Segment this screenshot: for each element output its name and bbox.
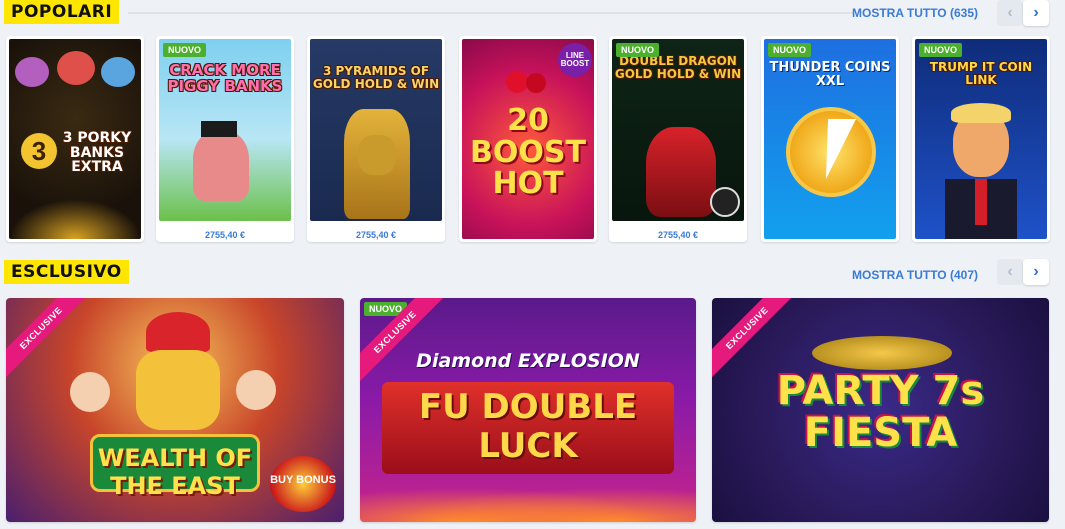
game-title: THUNDER COINS XXL bbox=[769, 60, 891, 89]
game-card[interactable]: NUOVO THUNDER COINS XXL bbox=[761, 36, 899, 242]
game-title: TRUMP IT COIN LINK bbox=[929, 60, 1033, 87]
exclusive-section-header: ESCLUSIVO MOSTRA TUTTO (407) ‹ › bbox=[0, 258, 1065, 286]
chevron-right-icon: › bbox=[1033, 4, 1039, 21]
game-title: DOUBLE DRAGON GOLD HOLD & WIN bbox=[614, 54, 742, 81]
section-title-popular: POPOLARI bbox=[4, 0, 120, 24]
chevron-left-icon: ‹ bbox=[1007, 263, 1013, 280]
popular-section-header: POPOLARI MOSTRA TUTTO (635) ‹ › bbox=[0, 0, 1065, 28]
game-thumbnail: NUOVO THUNDER COINS XXL bbox=[764, 39, 896, 239]
game-thumbnail: NUOVO DOUBLE DRAGON GOLD HOLD & WIN bbox=[612, 39, 744, 221]
game-thumbnail: 3 PYRAMIDS OF GOLD HOLD & WIN bbox=[310, 39, 442, 221]
game-thumbnail: NUOVO TRUMP IT COIN LINK bbox=[915, 39, 1047, 239]
game-title: WEALTH OF THE EAST bbox=[97, 444, 253, 500]
show-all-popular-link[interactable]: MOSTRA TUTTO (635) bbox=[852, 6, 978, 20]
buy-bonus-badge: BUY BONUS bbox=[270, 456, 336, 512]
game-title: 3 PORKY BANKS EXTRA bbox=[62, 130, 132, 176]
chevron-right-icon: › bbox=[1033, 263, 1039, 280]
game-card[interactable]: 3 PYRAMIDS OF GOLD HOLD & WIN 2755,40 € bbox=[307, 36, 445, 242]
show-all-exclusive-link[interactable]: MOSTRA TUTTO (407) bbox=[852, 268, 978, 282]
popular-next-button[interactable]: › bbox=[1023, 0, 1049, 26]
section-title-exclusive: ESCLUSIVO bbox=[4, 260, 129, 284]
jackpot-amount: 2755,40 € bbox=[657, 230, 699, 240]
game-card[interactable]: 3 3 PORKY BANKS EXTRA bbox=[6, 36, 144, 242]
exclusive-ribbon: EXCLUSIVE bbox=[6, 298, 95, 382]
exclusive-game-card[interactable]: NUOVO EXCLUSIVE Diamond EXPLOSION FU DOU… bbox=[360, 298, 696, 522]
game-card[interactable]: NUOVO DOUBLE DRAGON GOLD HOLD & WIN 2755… bbox=[609, 36, 747, 242]
new-badge: NUOVO bbox=[768, 43, 812, 57]
game-title: 3 PYRAMIDS OF GOLD HOLD & WIN bbox=[312, 64, 440, 91]
exclusive-prev-button[interactable]: ‹ bbox=[997, 259, 1023, 285]
line-boost-badge: LINE BOOST bbox=[558, 43, 592, 77]
game-thumbnail: LINE BOOST 20 BOOST HOT bbox=[462, 39, 594, 239]
jackpot-amount: 2755,40 € bbox=[355, 230, 397, 240]
jackpot-amount: 2755,40 € bbox=[204, 230, 246, 240]
game-title: CRACK MORE PIGGY BANKS bbox=[167, 61, 283, 95]
game-title: FU DOUBLE LUCK bbox=[418, 387, 638, 467]
game-subtitle: Diamond EXPLOSION bbox=[416, 350, 640, 372]
game-card[interactable]: NUOVO CRACK MORE PIGGY BANKS 2755,40 € bbox=[156, 36, 294, 242]
game-card[interactable]: NUOVO TRUMP IT COIN LINK bbox=[912, 36, 1050, 242]
new-badge: NUOVO bbox=[163, 43, 207, 57]
chevron-left-icon: ‹ bbox=[1007, 4, 1013, 21]
game-card[interactable]: LINE BOOST 20 BOOST HOT bbox=[459, 36, 597, 242]
new-badge: NUOVO bbox=[919, 43, 963, 57]
new-badge: NUOVO bbox=[616, 43, 660, 57]
game-thumbnail: 3 3 PORKY BANKS EXTRA bbox=[9, 39, 141, 239]
game-thumbnail: NUOVO CRACK MORE PIGGY BANKS bbox=[159, 39, 291, 221]
divider bbox=[128, 12, 853, 14]
exclusive-next-button[interactable]: › bbox=[1023, 259, 1049, 285]
popular-prev-button[interactable]: ‹ bbox=[997, 0, 1023, 26]
game-title: PARTY 7s FIESTA bbox=[776, 368, 985, 456]
exclusive-game-card[interactable]: EXCLUSIVE PARTY 7s FIESTA bbox=[712, 298, 1049, 522]
exclusive-game-card[interactable]: EXCLUSIVE WEALTH OF THE EAST BUY BONUS bbox=[6, 298, 344, 522]
game-title: 20 BOOST HOT bbox=[470, 103, 586, 201]
